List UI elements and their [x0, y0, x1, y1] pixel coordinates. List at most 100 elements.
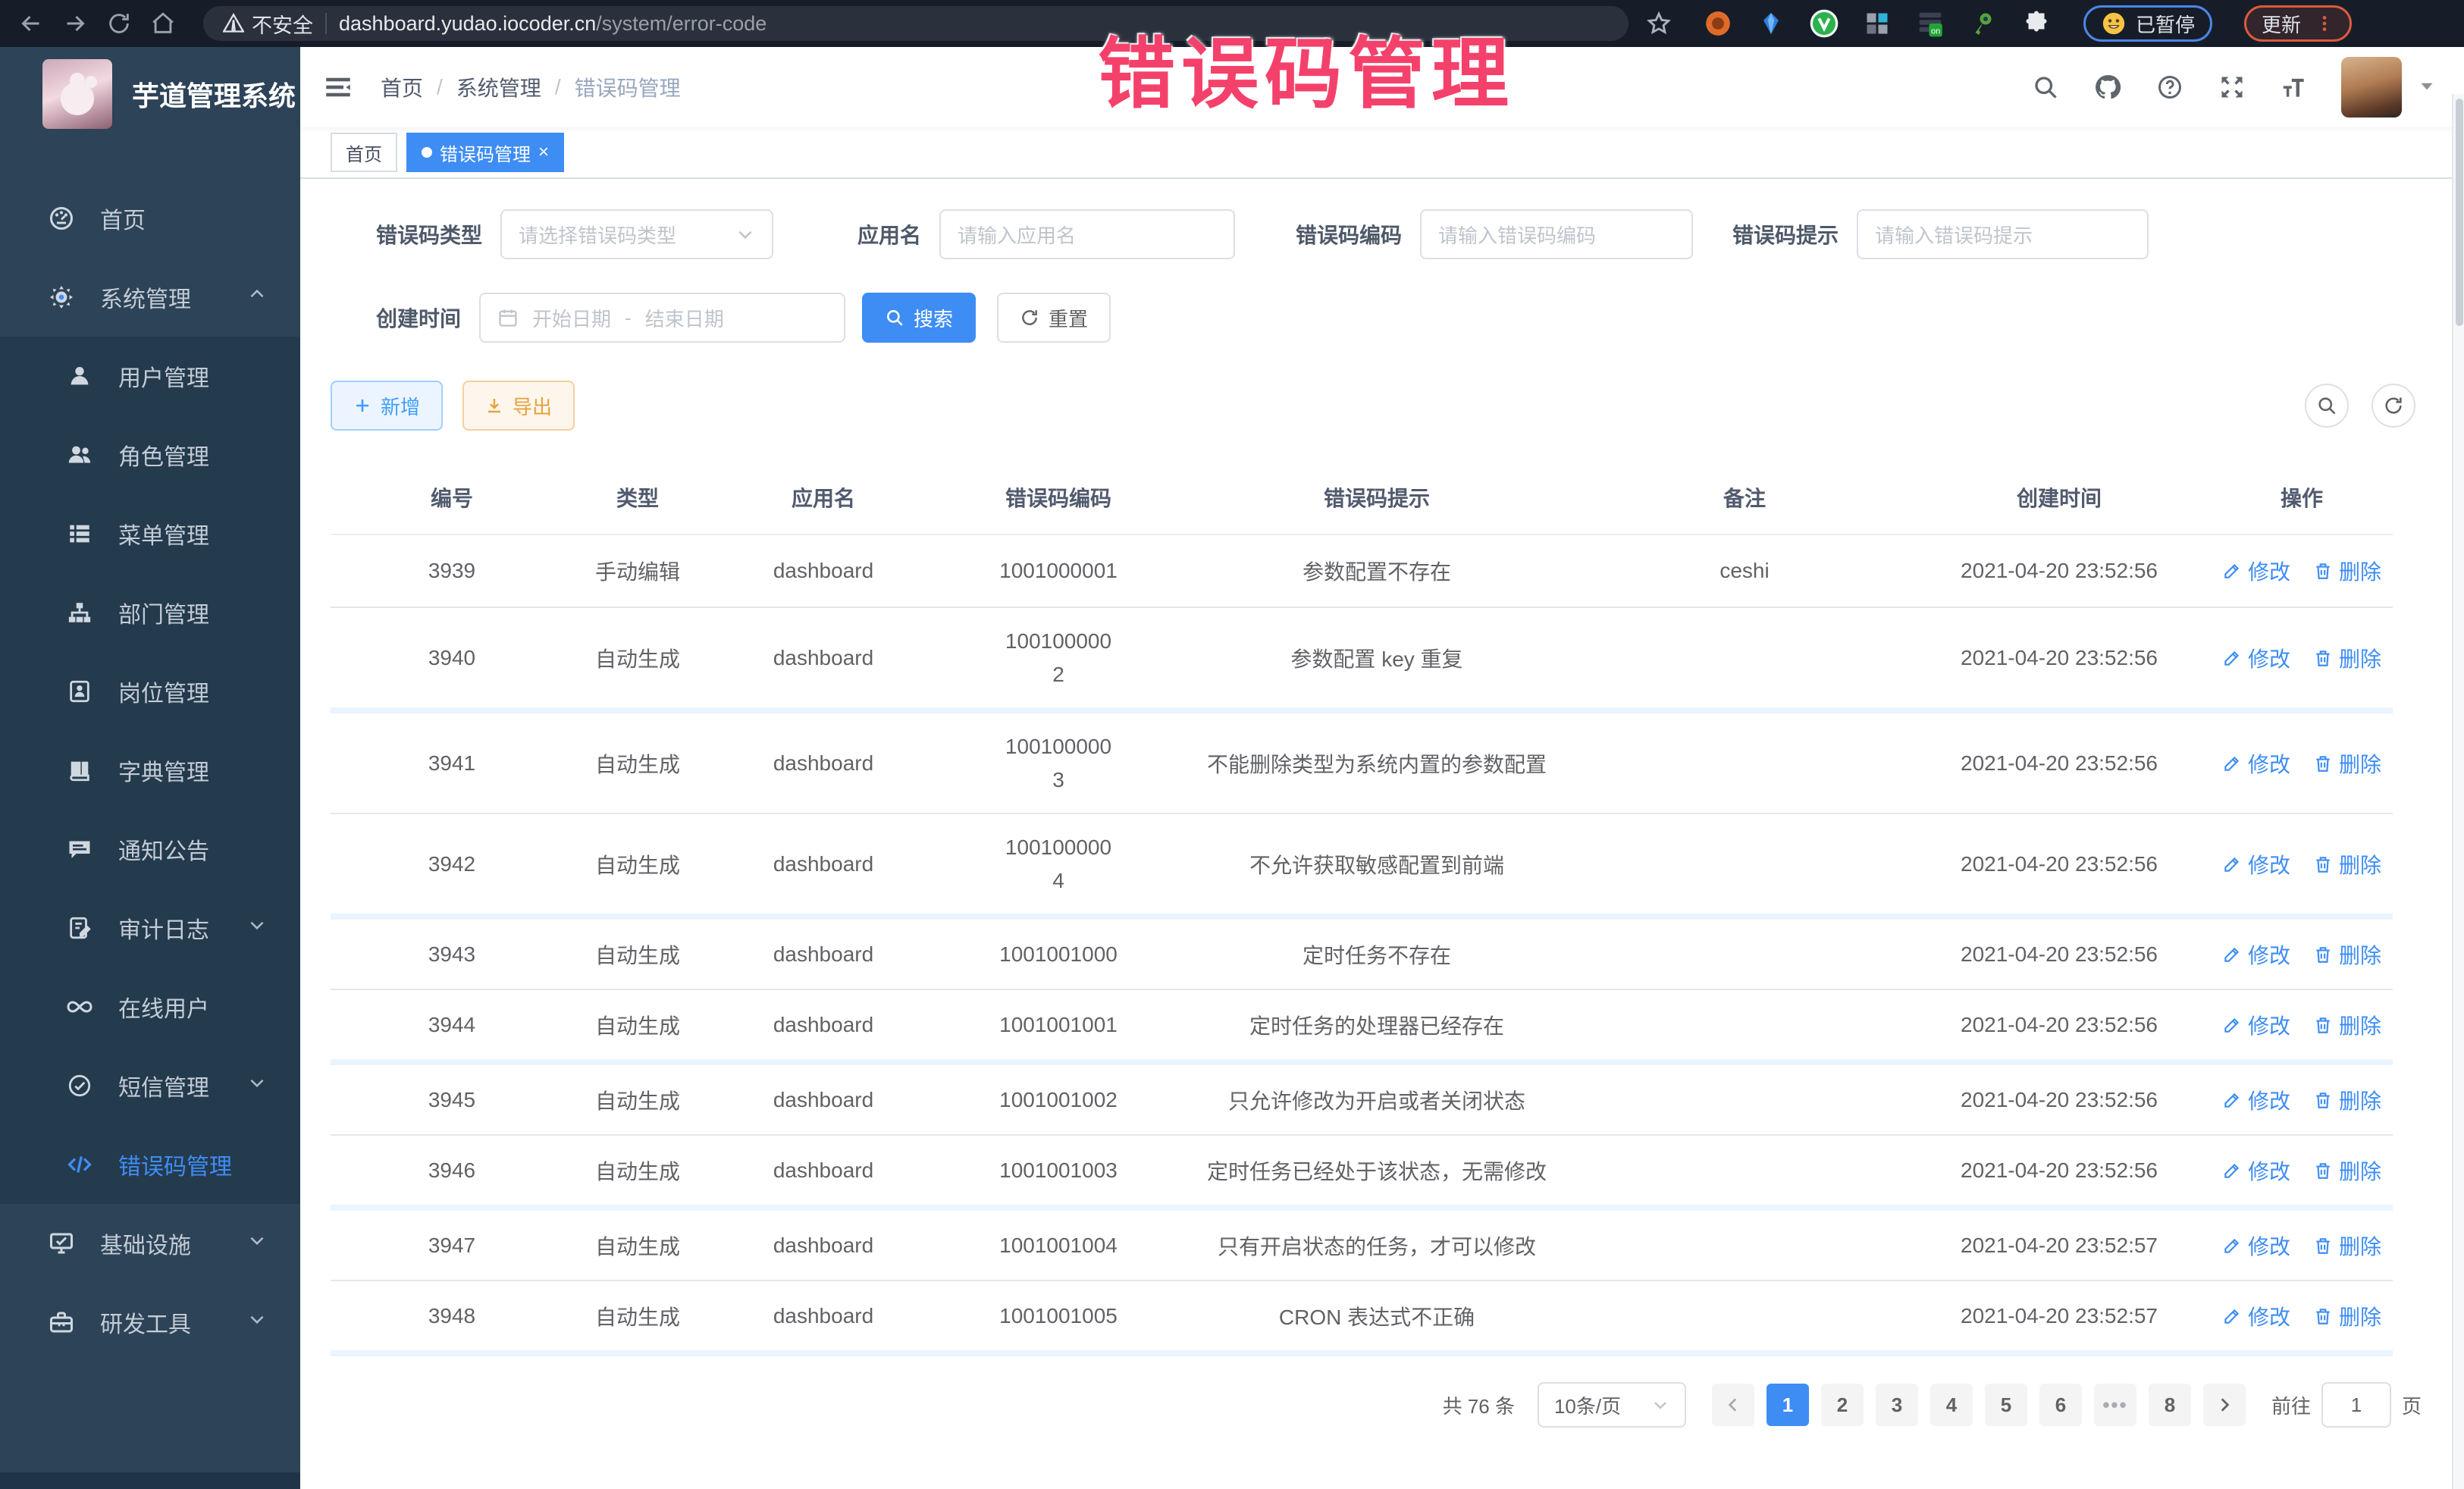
sidebar-item-menus[interactable]: 菜单管理 [0, 494, 300, 573]
edit-link[interactable]: 修改 [2222, 643, 2290, 673]
goto-page-input[interactable] [2321, 1382, 2391, 1428]
delete-link[interactable]: 删除 [2313, 748, 2381, 779]
delete-link[interactable]: 删除 [2313, 556, 2381, 586]
edit-link[interactable]: 修改 [2222, 1230, 2290, 1261]
extension-green-circle-icon[interactable] [1809, 8, 1839, 39]
browser-back-icon[interactable] [17, 9, 45, 38]
profile-paused-badge[interactable]: 已暂停 [2083, 5, 2212, 42]
date-range-picker[interactable]: 开始日期 - 结束日期 [479, 293, 845, 343]
sidebar-item-sms[interactable]: 短信管理 [0, 1046, 300, 1125]
app-logo-row[interactable]: 芋道管理系统 [0, 47, 300, 141]
more-pages-button[interactable]: ••• [2094, 1384, 2136, 1426]
sidebar-item-home[interactable]: 首页 [0, 179, 300, 258]
page-button-8[interactable]: 8 [2149, 1384, 2191, 1426]
hamburger-icon[interactable] [321, 71, 355, 104]
page-button-1[interactable]: 1 [1766, 1384, 1809, 1426]
browser-reload-icon[interactable] [105, 9, 133, 38]
sidebar-item-posts[interactable]: 岗位管理 [0, 652, 300, 731]
extension-key-icon[interactable] [1968, 8, 1998, 39]
extension-orange-icon[interactable] [1703, 8, 1733, 39]
table-row[interactable]: 3942自动生成dashboard1001000004不允许获取敏感配置到前端2… [331, 813, 2393, 917]
page-scrollbar[interactable] [2452, 94, 2464, 1489]
scrollbar-thumb[interactable] [2456, 99, 2463, 326]
edit-link[interactable]: 修改 [2222, 939, 2290, 970]
extension-grid-icon[interactable] [1862, 8, 1892, 39]
header-search-icon[interactable] [2030, 72, 2061, 102]
user-avatar[interactable] [2341, 57, 2402, 118]
refresh-table-button[interactable] [2372, 384, 2415, 428]
sidebar-item-system[interactable]: 系统管理 [0, 258, 300, 337]
table-row[interactable]: 3939手动编辑dashboard1001000001参数配置不存在ceshi2… [331, 534, 2393, 607]
table-row[interactable]: 3940自动生成dashboard1001000002参数配置 key 重复20… [331, 607, 2393, 710]
sidebar-item-dict[interactable]: 字典管理 [0, 731, 300, 810]
edit-link[interactable]: 修改 [2222, 556, 2290, 586]
fullscreen-icon[interactable] [2217, 72, 2247, 102]
page-size-select[interactable]: 10条/页 [1538, 1382, 1686, 1428]
breadcrumb-home[interactable]: 首页 [381, 72, 423, 102]
sidebar-item-departments[interactable]: 部门管理 [0, 573, 300, 652]
table-row[interactable]: 3943自动生成dashboard1001001000定时任务不存在2021-0… [331, 917, 2393, 989]
page-button-3[interactable]: 3 [1876, 1384, 1918, 1426]
font-size-icon[interactable] [2279, 72, 2309, 102]
edit-link[interactable]: 修改 [2222, 1301, 2290, 1331]
next-page-button[interactable] [2203, 1384, 2246, 1426]
sidebar-item-error-code[interactable]: 错误码管理 [0, 1125, 300, 1204]
sidebar-item-notices[interactable]: 通知公告 [0, 810, 300, 889]
extension-gem-icon[interactable] [1756, 8, 1786, 39]
sidebar-item-roles[interactable]: 角色管理 [0, 415, 300, 494]
sidebar-collapse-bar[interactable] [0, 1472, 300, 1489]
toggle-search-button[interactable] [2305, 384, 2349, 428]
export-button[interactable]: 导出 [462, 381, 575, 431]
table-row[interactable]: 3947自动生成dashboard1001001004只有开启状态的任务，才可以… [331, 1208, 2393, 1281]
delete-link[interactable]: 删除 [2313, 643, 2381, 673]
sidebar-item-online-users[interactable]: 在线用户 [0, 967, 300, 1046]
prev-page-button[interactable] [1712, 1384, 1754, 1426]
table-row[interactable]: 3941自动生成dashboard1001000003不能删除类型为系统内置的参… [331, 710, 2393, 813]
sidebar-item-users[interactable]: 用户管理 [0, 337, 300, 415]
table-row[interactable]: 3946自动生成dashboard1001001003定时任务已经处于该状态，无… [331, 1135, 2393, 1208]
tab-home[interactable]: 首页 [331, 133, 397, 172]
help-icon[interactable] [2155, 72, 2185, 102]
browser-update-button[interactable]: 更新 [2244, 5, 2352, 42]
edit-link[interactable]: 修改 [2222, 748, 2290, 779]
reset-button[interactable]: 重置 [997, 293, 1111, 343]
edit-link[interactable]: 修改 [2222, 1010, 2290, 1040]
extension-proxy-icon[interactable]: on [1915, 8, 1945, 39]
table-row[interactable]: 3944自动生成dashboard1001001001定时任务的处理器已经存在2… [331, 989, 2393, 1062]
kebab-menu-icon[interactable] [2315, 14, 2334, 33]
error-message-input[interactable]: 请输入错误码提示 [1857, 209, 2149, 259]
sidebar-item-infra[interactable]: 基础设施 [0, 1204, 300, 1283]
extension-puzzle-icon[interactable] [2021, 8, 2052, 39]
breadcrumb-system[interactable]: 系统管理 [456, 72, 541, 102]
edit-link[interactable]: 修改 [2222, 1155, 2290, 1186]
delete-link[interactable]: 删除 [2313, 849, 2381, 879]
sidebar-item-devtools[interactable]: 研发工具 [0, 1283, 300, 1362]
not-secure-warning[interactable]: 不安全 [223, 9, 313, 39]
delete-link[interactable]: 删除 [2313, 1010, 2381, 1040]
table-row[interactable]: 3948自动生成dashboard1001001005CRON 表达式不正确20… [331, 1281, 2393, 1353]
add-button[interactable]: 新增 [331, 381, 443, 431]
edit-link[interactable]: 修改 [2222, 849, 2290, 879]
delete-link[interactable]: 删除 [2313, 1085, 2381, 1115]
github-icon[interactable] [2093, 72, 2123, 102]
error-code-input[interactable]: 请输入错误码编码 [1420, 209, 1693, 259]
sidebar-item-audit-log[interactable]: 审计日志 [0, 889, 300, 967]
edit-link[interactable]: 修改 [2222, 1085, 2290, 1115]
page-button-4[interactable]: 4 [1930, 1384, 1973, 1426]
app-name-input[interactable]: 请输入应用名 [939, 209, 1235, 259]
page-button-6[interactable]: 6 [2039, 1384, 2082, 1426]
avatar-caret-down-icon[interactable] [2417, 76, 2437, 99]
browser-home-icon[interactable] [149, 9, 177, 38]
delete-link[interactable]: 删除 [2313, 939, 2381, 970]
address-bar[interactable]: 不安全 dashboard.yudao.iocoder.cn/system/er… [203, 6, 1629, 41]
close-tab-icon[interactable]: × [538, 143, 549, 161]
page-button-2[interactable]: 2 [1821, 1384, 1864, 1426]
page-button-5[interactable]: 5 [1985, 1384, 2027, 1426]
tab-error-code[interactable]: 错误码管理 × [406, 133, 564, 172]
error-type-select[interactable]: 请选择错误码类型 [500, 209, 773, 259]
delete-link[interactable]: 删除 [2313, 1230, 2381, 1261]
delete-link[interactable]: 删除 [2313, 1155, 2381, 1186]
bookmark-star-icon[interactable] [1644, 8, 1674, 39]
delete-link[interactable]: 删除 [2313, 1301, 2381, 1331]
table-row[interactable]: 3945自动生成dashboard1001001002只允许修改为开启或者关闭状… [331, 1062, 2393, 1135]
